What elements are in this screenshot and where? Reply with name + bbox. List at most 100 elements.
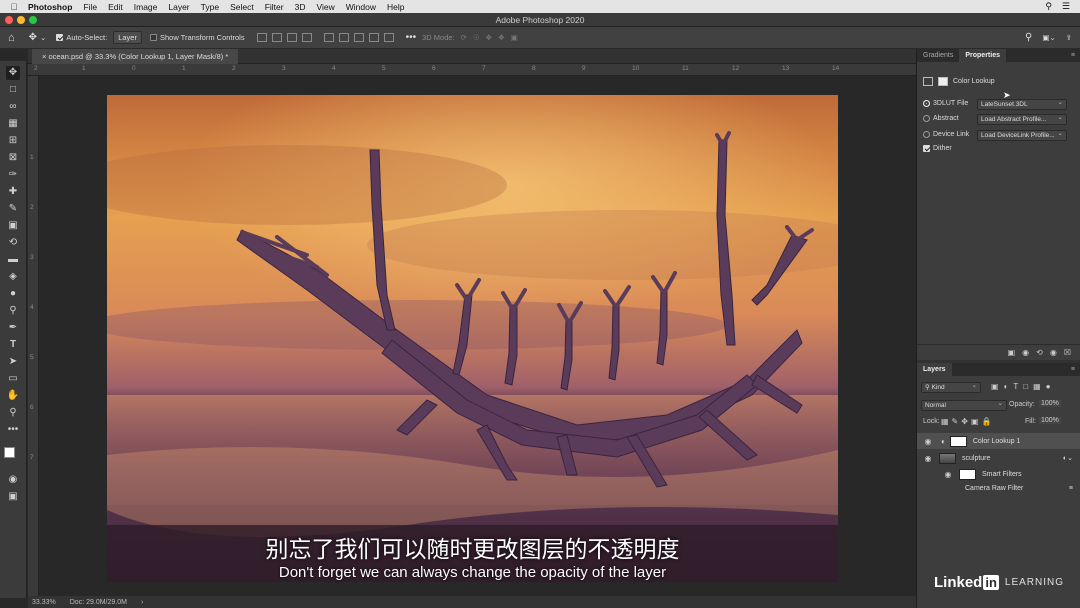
view-previous-icon[interactable]: ◉	[1022, 348, 1029, 357]
show-transform-checkbox[interactable]: Show Transform Controls	[149, 33, 245, 42]
option-device-link[interactable]: Device Link	[923, 131, 969, 138]
tab-properties[interactable]: Properties	[959, 49, 1006, 62]
ruler-left[interactable]: 1 2 3 4 5 6 7	[28, 76, 39, 596]
app-menu[interactable]: Photoshop	[28, 2, 72, 12]
abstract-profile-dropdown[interactable]: Load Abstract Profile...	[977, 114, 1067, 125]
distribute-horizontal-icon[interactable]	[383, 33, 394, 42]
align-top-icon[interactable]	[301, 33, 312, 42]
foreground-color-swatch[interactable]	[4, 447, 15, 458]
type-tool-icon[interactable]: T	[6, 338, 20, 352]
delete-icon[interactable]: ☒	[1064, 348, 1071, 357]
control-center-icon[interactable]: ☰	[1062, 1, 1070, 12]
move-tool-icon[interactable]: ✥	[29, 32, 37, 43]
eyedropper-tool-icon[interactable]: ✑	[6, 168, 20, 182]
history-brush-tool-icon[interactable]: ⟲	[6, 236, 20, 250]
paint-bucket-tool-icon[interactable]: ◈	[6, 270, 20, 284]
lasso-tool-icon[interactable]: ∞	[6, 100, 20, 114]
filter-options-icon[interactable]: ≡	[1069, 485, 1073, 492]
3d-slide-icon[interactable]: ❖	[498, 33, 505, 42]
blend-mode-dropdown[interactable]: Normal	[921, 400, 1007, 411]
screen-mode-icon[interactable]: ▣	[6, 490, 20, 504]
hand-tool-icon[interactable]: ✋	[6, 389, 20, 403]
clone-stamp-tool-icon[interactable]: ▣	[6, 219, 20, 233]
lock-icons[interactable]: ▦✎✥▣🔒	[941, 417, 994, 426]
filter-smart-object-icon[interactable]: ▦	[1033, 382, 1041, 391]
doc-info[interactable]: Doc: 29.0M/29.0M	[70, 599, 127, 606]
pen-tool-icon[interactable]: ✒	[6, 321, 20, 335]
apple-icon[interactable]: 	[8, 2, 20, 12]
eye-icon[interactable]: ◉	[941, 470, 955, 479]
smart-filter-toggle-icon[interactable]: ◐⌄	[1063, 454, 1073, 462]
quick-mask-icon[interactable]: ◉	[6, 473, 20, 487]
align-bottom-icon[interactable]	[353, 33, 364, 42]
rectangle-tool-icon[interactable]: ▭	[6, 372, 20, 386]
3d-camera-icon[interactable]: ▣	[511, 33, 518, 42]
distribute-icon[interactable]	[323, 33, 334, 42]
align-middle-icon[interactable]	[338, 33, 349, 42]
search-icon[interactable]: ⚲	[1025, 32, 1032, 43]
menu-filter[interactable]: Filter	[265, 2, 284, 12]
reset-icon[interactable]: ⟲	[1036, 348, 1043, 357]
option-abstract[interactable]: Abstract	[923, 115, 959, 122]
eraser-tool-icon[interactable]: ▬	[6, 253, 20, 267]
share-icon[interactable]: ⇪	[1066, 33, 1072, 42]
tab-gradients[interactable]: Gradients	[917, 49, 959, 62]
layer-mask-thumbnail[interactable]	[949, 435, 967, 447]
align-right-icon[interactable]	[286, 33, 297, 42]
crop-tool-icon[interactable]: ⊞	[6, 134, 20, 148]
layer-row-sculpture[interactable]: ◉ sculpture ◐⌄	[917, 450, 1080, 466]
layer-row-color-lookup[interactable]: ◉ ◐ Color Lookup 1	[917, 433, 1080, 449]
filter-adjustment-icon[interactable]: ◐	[1004, 382, 1009, 391]
tool-preset-chevron-icon[interactable]: ⌄	[40, 33, 46, 42]
align-center-icon[interactable]	[271, 33, 282, 42]
eye-icon[interactable]: ◉	[921, 454, 935, 463]
3d-orbit-icon[interactable]: ⟳	[461, 33, 467, 42]
filter-shape-icon[interactable]: □	[1023, 382, 1028, 391]
zoom-level[interactable]: 33.33%	[32, 599, 56, 606]
3dlut-file-dropdown[interactable]: LateSunset.3DL	[977, 99, 1067, 110]
3d-pan-icon[interactable]: ✥	[486, 33, 492, 42]
toggle-visibility-icon[interactable]: ◉	[1050, 348, 1057, 357]
home-icon[interactable]: ⌂	[8, 32, 15, 44]
healing-brush-tool-icon[interactable]: ✚	[6, 185, 20, 199]
menu-image[interactable]: Image	[134, 2, 158, 12]
panel-menu-icon[interactable]: ≡	[1071, 363, 1075, 376]
filter-type-icon[interactable]: T	[1013, 382, 1018, 391]
filter-kind-dropdown[interactable]: ⚲ Kind	[921, 382, 981, 393]
zoom-tool-icon[interactable]: ⚲	[6, 406, 20, 420]
dither-checkbox[interactable]: Dither	[923, 145, 952, 152]
frame-tool-icon[interactable]: ⊠	[6, 151, 20, 165]
devicelink-profile-dropdown[interactable]: Load DeviceLink Profile...	[977, 130, 1067, 141]
filter-pixel-icon[interactable]: ▣	[991, 382, 999, 391]
layer-mask-icon[interactable]	[938, 77, 948, 86]
marquee-tool-icon[interactable]: □	[6, 83, 20, 97]
menu-window[interactable]: Window	[346, 2, 376, 12]
document-tab[interactable]: × ocean.psd @ 33.3% (Color Lookup 1, Lay…	[32, 49, 239, 64]
brush-tool-icon[interactable]: ✎	[6, 202, 20, 216]
distribute-vertical-icon[interactable]	[368, 33, 379, 42]
3d-roll-icon[interactable]: ☉	[473, 33, 480, 42]
blur-tool-icon[interactable]: ●	[6, 287, 20, 301]
auto-select-dropdown[interactable]: Layer	[113, 31, 142, 44]
menu-edit[interactable]: Edit	[108, 2, 123, 12]
fill-input[interactable]: 100%	[1039, 417, 1061, 424]
more-options-icon[interactable]: •••	[406, 32, 417, 43]
auto-select-checkbox[interactable]: Auto-Select:	[56, 33, 107, 42]
filter-toggle-icon[interactable]: ●	[1046, 382, 1051, 391]
smart-filter-mask-thumbnail[interactable]	[959, 468, 976, 480]
eye-icon[interactable]: ◉	[921, 437, 935, 446]
panel-menu-icon[interactable]: ≡	[1071, 49, 1075, 62]
menu-layer[interactable]: Layer	[168, 2, 189, 12]
menu-help[interactable]: Help	[387, 2, 404, 12]
camera-raw-filter-row[interactable]: Camera Raw Filter ≡	[917, 480, 1080, 496]
workspace-icon[interactable]: ▣⌄	[1042, 33, 1055, 42]
move-tool-icon[interactable]: ✥	[6, 66, 20, 80]
tab-layers[interactable]: Layers	[917, 363, 952, 376]
opacity-input[interactable]: 100%	[1039, 400, 1061, 407]
spotlight-search-icon[interactable]: ⚲	[1045, 1, 1052, 12]
ruler-top[interactable]: 2 1 0 1 2 3 4 5 6 7 8 9 10 11 12 13 14	[28, 64, 916, 76]
status-chevron-icon[interactable]: ›	[141, 599, 143, 606]
option-3dlut[interactable]: 3DLUT File	[923, 100, 968, 107]
menu-3d[interactable]: 3D	[295, 2, 306, 12]
layer-thumbnail[interactable]	[939, 452, 956, 464]
